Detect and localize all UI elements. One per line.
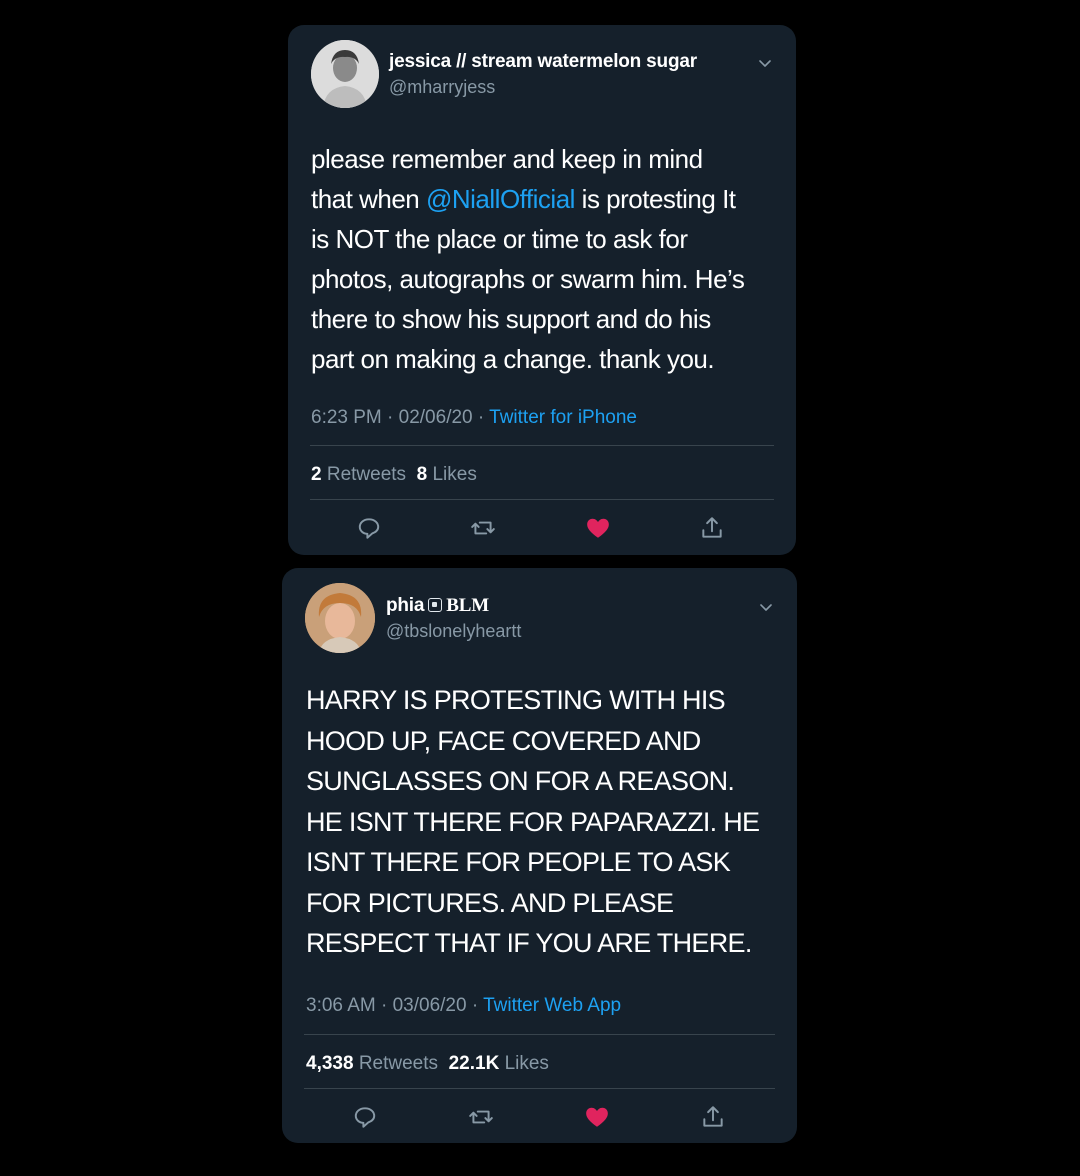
tweet-text-line: ISNT THERE FOR PEOPLE TO ASK <box>306 847 731 877</box>
divider <box>304 1088 775 1089</box>
retweet-icon[interactable] <box>468 1104 494 1130</box>
tweet-card[interactable]: jessica // stream watermelon sugar @mhar… <box>288 25 796 555</box>
display-name-text: phia <box>386 595 425 616</box>
source-link[interactable]: Twitter Web App <box>483 995 621 1016</box>
timestamp[interactable]: 3:06 AM · 03/06/20 · <box>306 995 483 1016</box>
tweet-stats: 4,338 Retweets 22.1K Likes <box>306 1053 549 1075</box>
reply-icon[interactable] <box>352 1104 378 1130</box>
retweet-count: 2 <box>311 464 322 485</box>
tweet-text-line: photos, autographs or swarm him. He’s <box>311 264 745 294</box>
text-fragment: is protesting It <box>574 184 736 214</box>
chevron-down-icon[interactable] <box>756 54 774 72</box>
tweet-text-line: part on making a change. thank you. <box>311 344 715 374</box>
tweet-meta: 6:23 PM · 02/06/20 · Twitter for iPhone <box>311 407 637 429</box>
heart-icon[interactable] <box>584 1104 610 1130</box>
like-count: 8 <box>416 464 428 485</box>
retweets-label: Retweets <box>326 464 407 485</box>
tweet-text: please remember and keep in mind that wh… <box>311 139 745 379</box>
divider <box>304 1034 775 1035</box>
user-handle[interactable]: @mharryjess <box>389 77 495 98</box>
tweet-text-line: HE ISNT THERE FOR PAPARAZZI. HE <box>306 806 760 837</box>
tweet-text-line: there to show his support and do his <box>311 304 711 334</box>
tweet-text-line: SUNGLASSES ON FOR A REASON. <box>306 766 735 796</box>
share-icon[interactable] <box>699 515 725 541</box>
tweet-text-line: RESPECT THAT IF YOU ARE THERE. <box>306 928 752 958</box>
reply-icon[interactable] <box>356 515 382 541</box>
like-count: 22.1K <box>448 1053 500 1074</box>
likes-label: Likes <box>504 1053 549 1074</box>
retweet-icon[interactable] <box>470 515 496 541</box>
like-count-link[interactable]: 22.1K Likes <box>449 1053 549 1074</box>
tweet-text-line: that when @NiallOfficial is protesting I… <box>311 179 744 219</box>
name-suffix: BLM <box>446 595 489 616</box>
tweet-text-line: is NOT the place or time to ask for <box>311 224 688 254</box>
tweet-card[interactable]: phia BLM @tbslonelyheartt HARRY IS PROTES… <box>282 568 797 1143</box>
retweet-count-link[interactable]: 2 Retweets <box>311 464 406 485</box>
tweet-text-line: HOOD UP, FACE COVERED AND <box>306 725 701 756</box>
tweet-text-line: HARRY IS PROTESTING WITH HIS <box>306 685 726 715</box>
chevron-down-icon[interactable] <box>757 598 775 616</box>
like-count-link[interactable]: 8 Likes <box>417 464 477 485</box>
avatar[interactable] <box>305 583 375 653</box>
display-name[interactable]: jessica // stream watermelon sugar <box>389 51 697 73</box>
tweet-meta: 3:06 AM · 03/06/20 · Twitter Web App <box>306 995 621 1017</box>
share-icon[interactable] <box>700 1104 726 1130</box>
source-link[interactable]: Twitter for iPhone <box>489 407 637 428</box>
tweet-text: HARRY IS PROTESTING WITH HIS HOOD UP, FA… <box>306 680 760 964</box>
user-handle[interactable]: @tbslonelyheartt <box>386 621 521 642</box>
divider <box>310 499 774 500</box>
retweet-count: 4,338 <box>306 1053 354 1074</box>
display-name[interactable]: phia BLM <box>386 595 489 617</box>
likes-label: Likes <box>432 464 477 485</box>
heart-icon[interactable] <box>585 515 611 541</box>
tweet-text-line: please remember and keep in mind <box>311 144 703 174</box>
flag-icon <box>428 598 443 612</box>
divider <box>310 445 774 446</box>
tweet-stats: 2 Retweets 8 Likes <box>311 464 477 486</box>
tweet-text-line: FOR PICTURES. AND PLEASE <box>306 887 674 918</box>
retweet-count-link[interactable]: 4,338 Retweets <box>306 1053 438 1074</box>
timestamp[interactable]: 6:23 PM · 02/06/20 · <box>311 407 489 428</box>
avatar[interactable] <box>311 40 379 108</box>
retweets-label: Retweets <box>358 1053 439 1074</box>
text-fragment: that when <box>311 184 426 214</box>
mention-link[interactable]: @NiallOfficial <box>426 184 575 214</box>
